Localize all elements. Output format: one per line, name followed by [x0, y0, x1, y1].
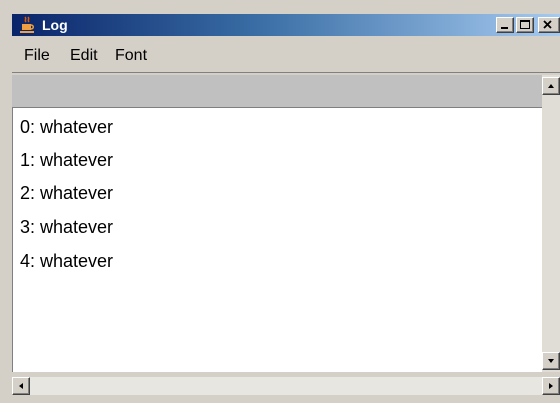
log-text-area[interactable]: 0: whatever 1: whatever 2: whatever 3: w…	[12, 108, 543, 372]
window-title: Log	[42, 17, 68, 33]
menu-font[interactable]: Font	[115, 46, 147, 66]
minimize-icon	[501, 27, 508, 29]
minimize-button[interactable]	[496, 17, 514, 33]
menu-file[interactable]: File	[24, 46, 50, 66]
log-line: 1: whatever	[20, 150, 114, 170]
maximize-icon	[520, 20, 530, 29]
log-line: 3: whatever	[20, 217, 114, 237]
log-line: 2: whatever	[20, 183, 114, 203]
arrow-left-icon	[19, 383, 23, 389]
log-window: Log File Edit Font 0: whatever 1: whatev…	[0, 0, 560, 403]
vertical-scrollbar[interactable]	[542, 75, 560, 372]
horizontal-scroll-track[interactable]	[30, 377, 542, 395]
scroll-down-button[interactable]	[542, 352, 560, 370]
title-bar[interactable]: Log	[12, 14, 560, 36]
maximize-button[interactable]	[516, 17, 534, 33]
horizontal-scrollbar[interactable]	[12, 372, 560, 403]
arrow-up-icon	[548, 84, 554, 88]
arrow-down-icon	[548, 359, 554, 363]
log-line: 0: whatever	[20, 117, 114, 137]
scroll-left-button[interactable]	[12, 377, 30, 395]
log-header-strip	[12, 75, 542, 108]
menu-bar: File Edit Font	[12, 36, 560, 73]
scroll-right-button[interactable]	[542, 377, 560, 395]
close-button[interactable]	[538, 17, 560, 33]
menu-edit[interactable]: Edit	[70, 46, 98, 66]
close-icon	[543, 20, 552, 29]
scroll-up-button[interactable]	[542, 77, 560, 95]
arrow-right-icon	[549, 383, 553, 389]
java-cup-icon	[19, 16, 35, 34]
log-line: 4: whatever	[20, 251, 114, 271]
